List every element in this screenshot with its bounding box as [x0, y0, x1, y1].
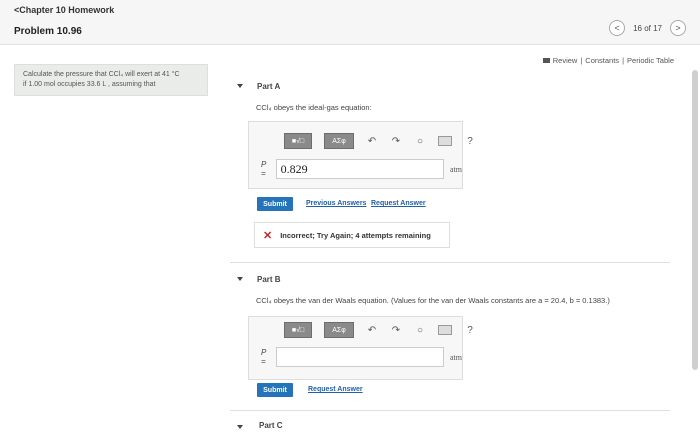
- constants-link[interactable]: Constants: [585, 56, 619, 65]
- next-problem-button[interactable]: >: [670, 20, 686, 36]
- resources-links: Review | Constants | Periodic Table: [542, 56, 674, 65]
- review-link[interactable]: Review: [553, 56, 578, 65]
- templates-button[interactable]: ■√□: [284, 133, 312, 149]
- templates-button[interactable]: ■√□: [284, 322, 312, 338]
- pressure-label: P =: [261, 348, 267, 366]
- part-a-prompt: CCl₄ obeys the ideal-gas equation:: [256, 103, 372, 112]
- part-a-answer-box: ■√□ AΣφ ↶ ↷ ○ ? P = 0.829 atm: [248, 121, 473, 189]
- page-indicator: 16 of 17: [633, 23, 662, 33]
- keyboard-icon[interactable]: [438, 136, 452, 146]
- redo-icon[interactable]: ↷: [390, 136, 402, 147]
- divider: [230, 410, 670, 411]
- pager: < 16 of 17 >: [609, 20, 686, 36]
- prev-problem-button[interactable]: <: [609, 20, 626, 36]
- part-a-title[interactable]: Part A: [257, 82, 280, 91]
- part-a-submit-button[interactable]: Submit: [257, 197, 293, 211]
- reset-icon[interactable]: ○: [414, 325, 426, 336]
- previous-answers-link[interactable]: Previous Answers: [306, 200, 366, 207]
- part-b-title[interactable]: Part B: [257, 275, 281, 284]
- scrollbar[interactable]: [692, 70, 698, 370]
- part-b-submit-button[interactable]: Submit: [257, 383, 293, 397]
- incorrect-icon: ✕: [263, 229, 273, 242]
- keyboard-icon[interactable]: [438, 325, 452, 335]
- collapse-arrow-icon[interactable]: [237, 84, 243, 88]
- part-b-input-row: P = atm: [261, 347, 462, 367]
- undo-icon[interactable]: ↶: [366, 136, 378, 147]
- part-b-answer-input[interactable]: [275, 347, 444, 367]
- math-toolbar: ■√□ AΣφ ↶ ↷ ○ ?: [284, 133, 476, 149]
- problem-statement-line: if 1.00 mol occupies 33.6 L , assuming t…: [23, 81, 156, 88]
- problem-statement-panel: Calculate the pressure that CCl₄ will ex…: [14, 64, 208, 96]
- feedback-text: Incorrect; Try Again; 4 attempts remaini…: [280, 230, 431, 240]
- greek-symbols-button[interactable]: AΣφ: [324, 133, 354, 149]
- resources-icon: [542, 58, 550, 63]
- problem-statement-line: Calculate the pressure that CCl₄ will ex…: [23, 71, 180, 78]
- part-a-answer-input[interactable]: 0.829: [275, 159, 444, 179]
- redo-icon[interactable]: ↷: [390, 325, 402, 336]
- part-b-prompt: CCl₄ obeys the van der Waals equation. (…: [256, 296, 610, 305]
- unit-label: atm: [450, 352, 462, 362]
- problem-title: Problem 10.96: [14, 26, 82, 37]
- separator: |: [580, 56, 583, 65]
- collapse-arrow-icon[interactable]: [237, 277, 243, 281]
- part-b-request-answer-link[interactable]: Request Answer: [308, 386, 363, 393]
- separator: |: [622, 56, 625, 65]
- top-bar: <Chapter 10 Homework Problem 10.96 < 16 …: [0, 0, 700, 45]
- help-icon[interactable]: ?: [464, 325, 476, 336]
- pressure-label: P =: [261, 160, 267, 178]
- greek-symbols-button[interactable]: AΣφ: [324, 322, 354, 338]
- help-icon[interactable]: ?: [464, 136, 476, 147]
- part-b-answer-box: ■√□ AΣφ ↶ ↷ ○ ? P = atm: [248, 316, 473, 380]
- collapse-arrow-icon[interactable]: [237, 425, 243, 429]
- reset-icon[interactable]: ○: [414, 136, 426, 147]
- divider: [230, 262, 670, 263]
- unit-label: atm: [450, 164, 462, 174]
- part-a-input-row: P = 0.829 atm: [261, 159, 462, 179]
- part-a-request-answer-link[interactable]: Request Answer: [371, 200, 426, 207]
- back-to-chapter-link[interactable]: <Chapter 10 Homework: [14, 5, 114, 15]
- math-toolbar: ■√□ AΣφ ↶ ↷ ○ ?: [284, 322, 476, 338]
- feedback-message: ✕ Incorrect; Try Again; 4 attempts remai…: [254, 222, 450, 248]
- periodic-table-link[interactable]: Periodic Table: [627, 56, 674, 65]
- part-c-title[interactable]: Part C: [259, 421, 283, 430]
- undo-icon[interactable]: ↶: [366, 325, 378, 336]
